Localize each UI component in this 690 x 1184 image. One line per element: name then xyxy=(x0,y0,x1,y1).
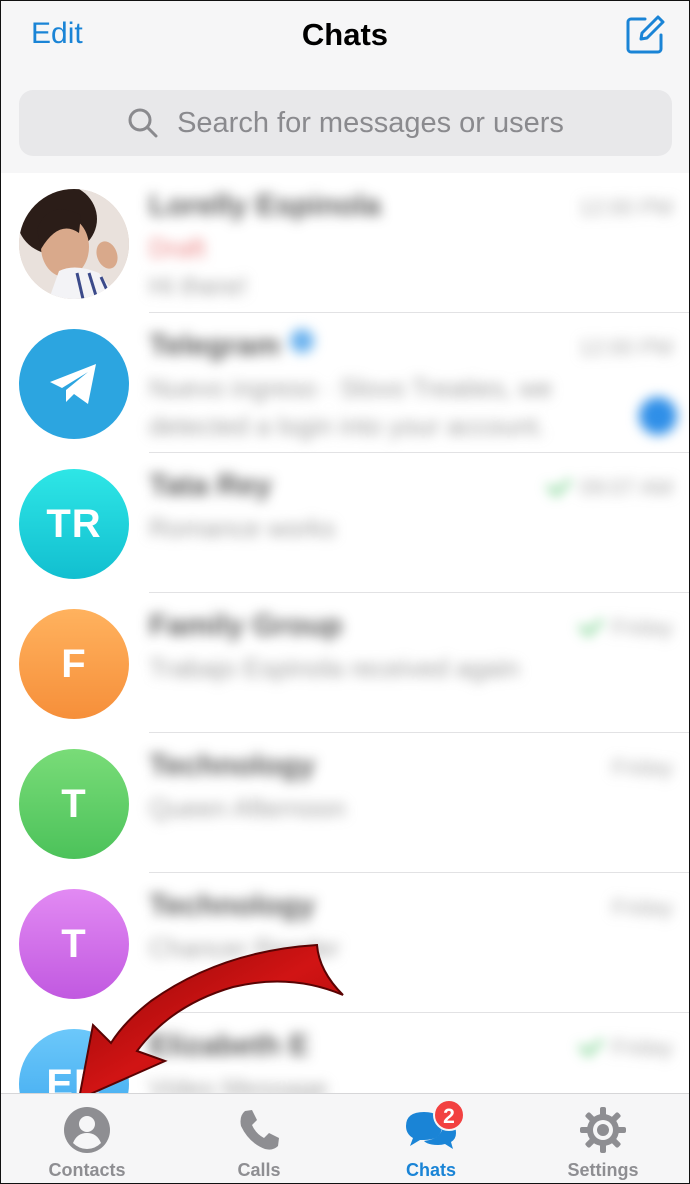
chat-message: Romance works xyxy=(149,513,336,543)
chat-name: Technology xyxy=(149,889,316,922)
chat-time: Friday xyxy=(611,755,673,780)
search-placeholder: Search for messages or users xyxy=(177,106,564,139)
chat-message: Video Message xyxy=(149,1073,328,1093)
chat-message-text: Nuevo ingreso · Slovo Treaties, we xyxy=(149,373,553,403)
read-check-icon xyxy=(578,611,604,637)
chat-message: Queen Afternoon xyxy=(149,793,346,823)
telegram-logo-icon xyxy=(19,329,129,439)
avatar: EE xyxy=(19,1029,129,1093)
chat-name: Lorelly Espinola xyxy=(149,189,381,222)
chat-name: Technology xyxy=(149,749,316,782)
avatar: T xyxy=(19,749,129,859)
chat-row[interactable]: T Technology Friday Queen Afternoon xyxy=(1,733,689,873)
chat-name: Elizabeth E xyxy=(149,1029,310,1062)
phone-icon xyxy=(240,1110,279,1150)
profile-photo xyxy=(19,189,129,299)
chat-message-text: detected a login into your account. xyxy=(149,411,546,441)
chat-time: 12:00 PM xyxy=(578,335,673,360)
read-check-icon xyxy=(578,1031,604,1057)
draft-label: Draft xyxy=(149,233,206,263)
avatar: F xyxy=(19,609,129,719)
search-input[interactable]: Search for messages or users xyxy=(19,90,672,156)
tab-calls[interactable]: Calls xyxy=(173,1094,345,1183)
chat-time: 09:07 AM xyxy=(546,471,673,501)
chat-row[interactable]: F Family Group Friday Trabajo Espinola r… xyxy=(1,593,689,733)
chat-row[interactable]: Telegram 12:00 PM Nuevo ingreso · Slovo … xyxy=(1,313,689,453)
chat-preview: Tata Rey 09:07 AM Romance works xyxy=(149,453,689,593)
chat-message-text: Hi there! xyxy=(149,271,248,301)
avatar xyxy=(19,189,129,299)
tab-contacts[interactable]: Contacts xyxy=(1,1094,173,1183)
chat-message: Nuevo ingreso · Slovo Treaties, we detec… xyxy=(149,369,552,445)
app-frame: Edit Chats Search for messages or users xyxy=(0,0,690,1184)
chat-preview: Lorelly Espinola 12:00 PM Draft Hi there… xyxy=(149,173,689,313)
unread-badge xyxy=(639,397,677,435)
chat-name: Tata Rey xyxy=(149,469,272,502)
chat-row[interactable]: EE Elizabeth E Friday Video Message xyxy=(1,1013,689,1093)
navigation-header: Edit Chats Search for messages or users xyxy=(1,1,689,173)
chat-time: 12:00 PM xyxy=(578,195,673,220)
chat-time: Friday xyxy=(611,895,673,920)
chat-time-text: 09:07 AM xyxy=(580,475,673,500)
avatar: T xyxy=(19,889,129,999)
chat-preview: Telegram 12:00 PM Nuevo ingreso · Slovo … xyxy=(149,313,689,453)
chat-name: Family Group xyxy=(149,609,343,642)
page-title: Chats xyxy=(301,17,389,52)
chat-name-text: Telegram xyxy=(149,329,281,362)
chat-name: Telegram xyxy=(149,329,315,363)
search-icon xyxy=(128,108,158,138)
chat-message: Draft Hi there! xyxy=(149,229,247,305)
person-circle-icon xyxy=(64,1107,110,1153)
unread-count-badge: 2 xyxy=(433,1099,465,1131)
tab-chats[interactable]: Chats xyxy=(345,1094,517,1183)
tab-bar: Contacts Calls Chats Settings xyxy=(1,1093,689,1183)
verified-icon xyxy=(290,329,315,353)
compose-icon[interactable] xyxy=(625,15,665,55)
avatar: TR xyxy=(19,469,129,579)
chat-row[interactable]: T Technology Friday Chancer Reader xyxy=(1,873,689,1013)
chat-row[interactable]: Lorelly Espinola 12:00 PM Draft Hi there… xyxy=(1,173,689,313)
chat-row[interactable]: TR Tata Rey 09:07 AM Romance works xyxy=(1,453,689,593)
chat-preview: Technology Friday Queen Afternoon xyxy=(149,733,689,873)
tab-label: Chats xyxy=(405,1160,456,1180)
tab-settings[interactable]: Settings xyxy=(517,1094,689,1183)
chat-time: Friday xyxy=(578,611,673,641)
chat-time-text: Friday xyxy=(611,615,673,640)
read-check-icon xyxy=(546,471,572,497)
chat-time: Friday xyxy=(578,1031,673,1061)
gear-icon xyxy=(580,1107,626,1153)
chat-preview: Family Group Friday Trabajo Espinola rec… xyxy=(149,593,689,733)
chat-list[interactable]: Lorelly Espinola 12:00 PM Draft Hi there… xyxy=(1,173,689,1093)
chat-message: Trabajo Espinola received again xyxy=(149,653,520,683)
chat-preview: Elizabeth E Friday Video Message xyxy=(149,1013,689,1093)
tab-label: Calls xyxy=(237,1160,281,1180)
chat-time-text: Friday xyxy=(611,1035,673,1060)
chat-preview: Technology Friday Chancer Reader xyxy=(149,873,689,1013)
chat-message: Chancer Reader xyxy=(149,933,340,963)
tab-label: Contacts xyxy=(48,1160,126,1180)
tab-label: Settings xyxy=(567,1160,639,1180)
